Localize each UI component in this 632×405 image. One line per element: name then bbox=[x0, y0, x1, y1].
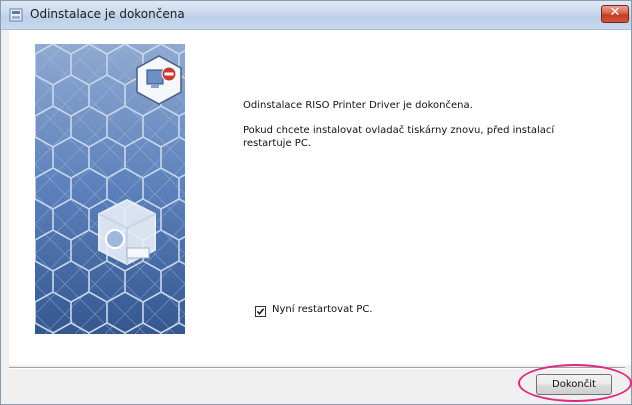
installer-app-icon bbox=[9, 8, 23, 22]
restart-checkbox[interactable] bbox=[255, 306, 266, 317]
footer-divider bbox=[9, 367, 625, 369]
close-icon: ✕ bbox=[609, 5, 621, 20]
finish-button-highlight-annotation bbox=[518, 364, 632, 402]
reinstall-instruction: Pokud chcete instalovat ovladač tiskárny… bbox=[243, 125, 555, 149]
title-bar[interactable]: Odinstalace je dokončena ✕ bbox=[1, 1, 631, 30]
checkmark-icon bbox=[256, 308, 265, 316]
installer-window: Odinstalace je dokončena ✕ Odinstalace R… bbox=[0, 0, 632, 405]
completion-message: Odinstalace RISO Printer Driver je dokon… bbox=[243, 100, 473, 111]
printer-driver-illustration bbox=[35, 44, 185, 334]
close-button[interactable]: ✕ bbox=[601, 5, 629, 23]
restart-checkbox-label[interactable]: Nyní restartovat PC. bbox=[272, 304, 372, 315]
printer-cube-icon bbox=[98, 198, 156, 266]
window-title: Odinstalace je dokončena bbox=[30, 7, 185, 21]
content-panel: Odinstalace RISO Printer Driver je dokon… bbox=[9, 30, 631, 365]
